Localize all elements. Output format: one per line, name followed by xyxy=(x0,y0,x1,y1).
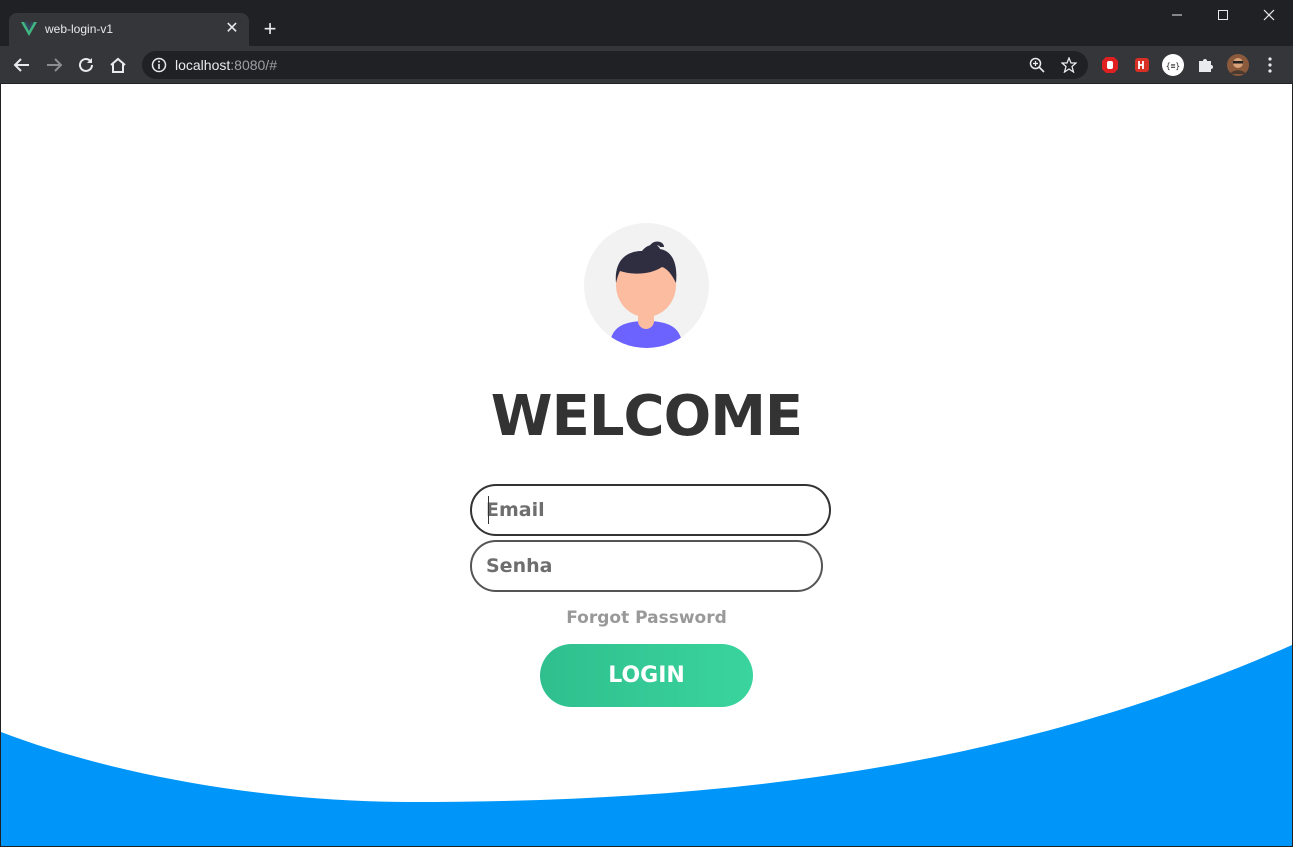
extension-adblock-button[interactable] xyxy=(1099,54,1121,76)
maximize-button[interactable] xyxy=(1200,0,1246,30)
user-avatar xyxy=(584,223,709,348)
extensions-menu-button[interactable] xyxy=(1194,54,1216,76)
background-wave xyxy=(1,645,1292,846)
close-icon xyxy=(1263,9,1275,21)
text-caret xyxy=(488,496,489,524)
extension-json-button[interactable]: {≡} xyxy=(1162,54,1184,76)
browser-tab[interactable]: web-login-v1 ✕ xyxy=(9,13,249,46)
tab-title: web-login-v1 xyxy=(45,22,114,36)
browser-menu-button[interactable] xyxy=(1259,54,1281,76)
tab-close-icon[interactable]: ✕ xyxy=(223,20,241,38)
url-text: localhost:8080/# xyxy=(175,57,277,73)
stop-hand-icon xyxy=(1102,57,1118,73)
home-button[interactable] xyxy=(104,51,132,79)
back-button[interactable] xyxy=(8,51,36,79)
minimize-icon xyxy=(1172,14,1182,16)
browser-toolbar: localhost:8080/# {≡} xyxy=(0,46,1293,84)
reload-button[interactable] xyxy=(72,51,100,79)
zoom-button[interactable] xyxy=(1027,55,1047,75)
forgot-password-link[interactable]: Forgot Password xyxy=(1,608,1292,628)
forward-button[interactable] xyxy=(40,51,68,79)
puzzle-piece-icon xyxy=(1199,59,1213,72)
minimize-button[interactable] xyxy=(1154,0,1200,30)
info-icon[interactable] xyxy=(151,57,167,73)
url-path: :8080/# xyxy=(230,57,277,73)
back-arrow-icon xyxy=(13,58,29,72)
login-button[interactable]: LOGIN xyxy=(540,644,753,707)
welcome-heading: WELCOME xyxy=(490,384,803,449)
zoom-icon xyxy=(1029,57,1045,73)
kebab-menu-icon xyxy=(1268,57,1272,73)
profile-avatar-button[interactable] xyxy=(1227,54,1249,76)
email-field-wrapper xyxy=(470,484,831,536)
home-icon xyxy=(110,57,126,73)
url-host: localhost xyxy=(175,57,231,73)
bookmark-button[interactable] xyxy=(1059,55,1079,75)
password-input[interactable] xyxy=(486,542,807,590)
profile-avatar-icon xyxy=(1227,54,1249,76)
extension-red-icon xyxy=(1135,58,1149,72)
extension-red-button[interactable] xyxy=(1131,54,1153,76)
browser-titlebar: web-login-v1 ✕ + xyxy=(0,0,1293,46)
vue-logo-icon xyxy=(21,22,37,36)
maximize-icon xyxy=(1218,10,1228,20)
page-viewport: WELCOME Forgot Password LOGIN xyxy=(1,84,1292,846)
close-window-button[interactable] xyxy=(1246,0,1292,30)
user-avatar-icon xyxy=(610,241,682,348)
json-braces-icon: {≡} xyxy=(1162,54,1184,76)
forward-arrow-icon xyxy=(47,58,63,72)
new-tab-button[interactable]: + xyxy=(258,18,282,42)
svg-text:{≡}: {≡} xyxy=(1166,62,1180,71)
star-icon xyxy=(1061,57,1077,73)
address-bar[interactable]: localhost:8080/# xyxy=(142,51,1088,79)
email-input[interactable] xyxy=(486,486,815,534)
reload-icon xyxy=(79,57,93,72)
password-field-wrapper xyxy=(470,540,823,592)
